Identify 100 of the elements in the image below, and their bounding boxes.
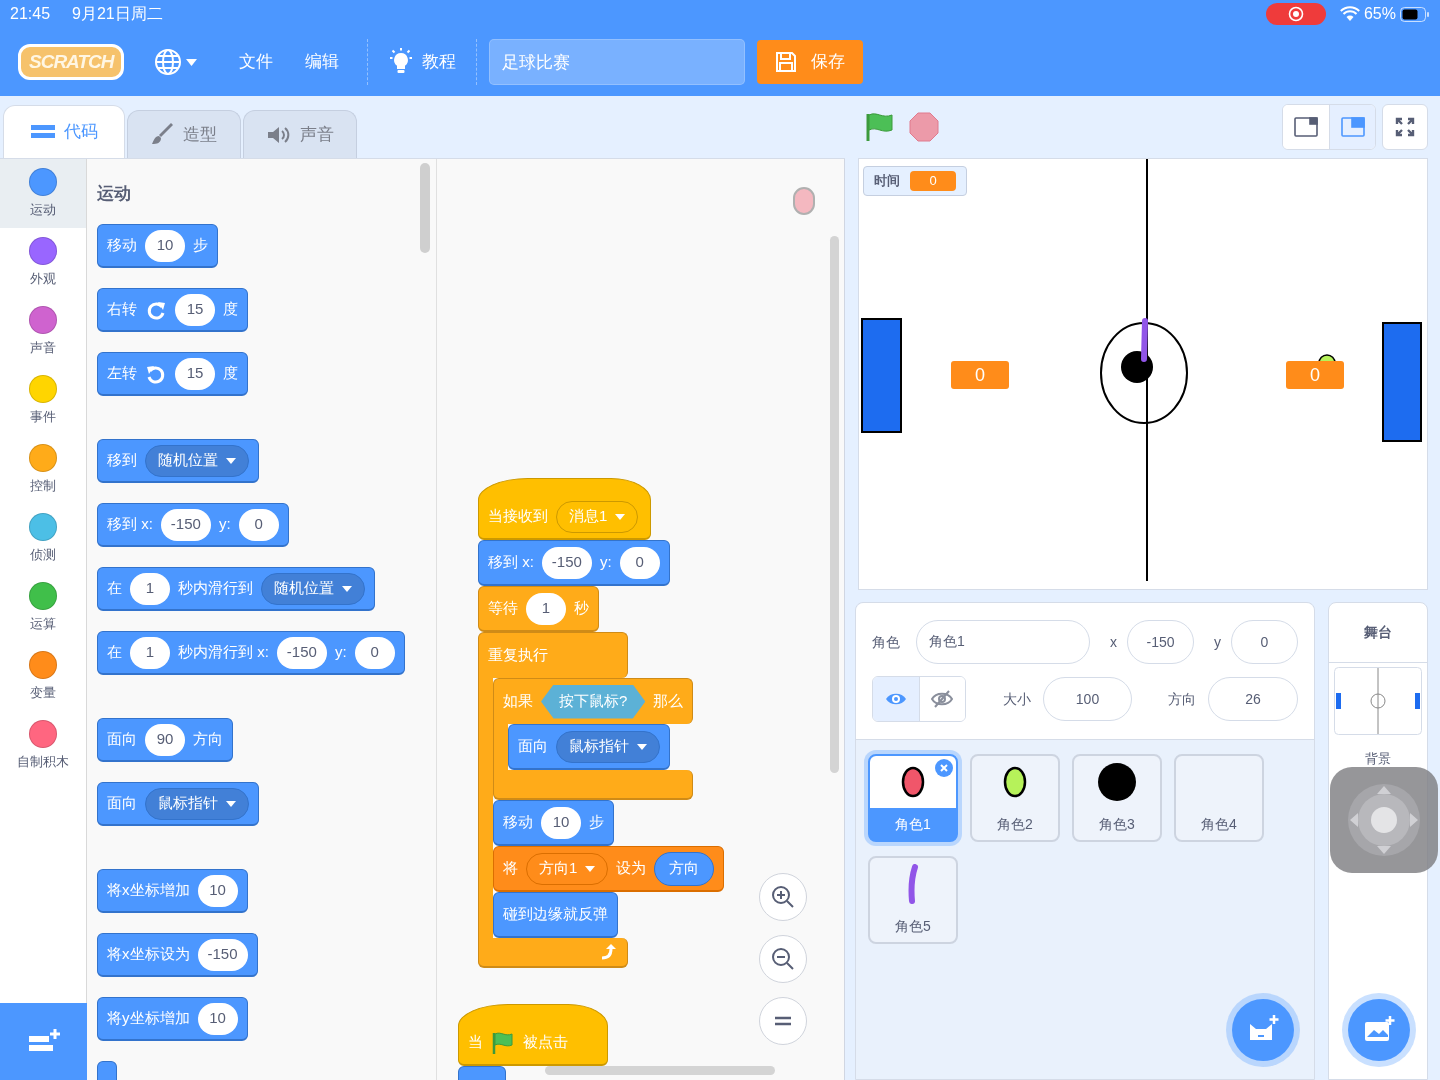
fullscreen-button[interactable] <box>1382 104 1428 150</box>
x-field[interactable]: -150 <box>1127 620 1194 664</box>
motion-block[interactable]: 移到 x: -150 y: 0 <box>478 540 670 586</box>
number-input[interactable]: 10 <box>197 874 238 907</box>
motion-block[interactable]: 移动 10 步 <box>97 224 218 268</box>
motion-block[interactable]: 在 1 秒内滑行到 x: -150 y: 0 <box>97 631 405 675</box>
sprite-name-field[interactable]: 角色1 <box>916 620 1090 664</box>
monitor-value: 0 <box>910 171 956 191</box>
add-extension-button[interactable] <box>0 1003 87 1080</box>
number-input[interactable]: -150 <box>197 938 248 971</box>
battery-percent: 65% <box>1363 4 1396 24</box>
block-label: y: <box>599 552 612 573</box>
block-label: 秒内滑行到 x: <box>178 642 269 663</box>
motion-block[interactable]: 面向 90 方向 <box>97 718 233 762</box>
vertical-scrollbar[interactable] <box>830 236 839 773</box>
hide-sprite-button[interactable] <box>919 677 965 721</box>
zoom-in-button[interactable] <box>759 873 807 921</box>
touch-indicator <box>793 187 815 215</box>
zoom-out-button[interactable] <box>759 935 807 983</box>
number-input[interactable]: 10 <box>197 1002 238 1035</box>
block-label: 设为 <box>616 858 647 879</box>
direction-field[interactable]: 26 <box>1208 677 1298 721</box>
y-field[interactable]: 0 <box>1231 620 1298 664</box>
control-block[interactable]: 等待 1 秒 <box>478 586 599 632</box>
block-label: 被点击 <box>523 1032 568 1053</box>
block-label: 碰到边缘就反弹 <box>503 904 608 925</box>
sprite-tile[interactable]: 角色2 <box>970 754 1060 842</box>
field-label: 角色 <box>872 632 901 652</box>
eye-slash-icon <box>931 689 954 709</box>
reset-zoom-button[interactable] <box>759 997 807 1045</box>
number-input[interactable]: 0 <box>619 546 660 579</box>
motion-block[interactable]: 将x坐标增加 10 <box>97 869 248 913</box>
add-sprite-button[interactable] <box>1232 999 1294 1061</box>
number-input[interactable]: -150 <box>160 508 211 541</box>
size-field[interactable]: 100 <box>1043 677 1132 721</box>
number-input[interactable]: 10 <box>145 229 185 262</box>
sprite-tile[interactable]: 角色5 <box>868 856 958 944</box>
sprite-name: 角色2 <box>996 814 1034 834</box>
motion-block[interactable]: 将y坐标增加 10 <box>97 997 248 1041</box>
status-date: 9月21日周二 <box>72 4 163 24</box>
sprite-tile[interactable]: 角色4 <box>1174 754 1264 842</box>
stage-thumbnail[interactable] <box>1334 667 1422 735</box>
language-menu[interactable] <box>154 48 198 76</box>
motion-block[interactable]: 将x坐标设为 -150 <box>97 933 258 977</box>
oval-thumbnail <box>1003 766 1027 798</box>
number-input[interactable]: 1 <box>526 592 566 625</box>
add-backdrop-button[interactable] <box>1348 999 1410 1061</box>
block-label: 步 <box>193 235 208 256</box>
motion-block[interactable]: 在 1 秒内滑行到 随机位置 <box>97 567 375 611</box>
number-input[interactable]: -150 <box>541 546 592 579</box>
globe-icon <box>154 48 183 76</box>
clock-time: 21:45 <box>10 4 51 24</box>
block-label: 移到 <box>107 450 137 471</box>
number-input[interactable]: 0 <box>354 636 395 669</box>
motion-block[interactable]: 左转 15 度 <box>97 352 248 396</box>
number-input[interactable]: 90 <box>145 723 185 756</box>
dropdown-menu[interactable]: 随机位置 <box>261 572 365 605</box>
block-label: 在 <box>107 642 122 663</box>
block-label: 面向 <box>107 729 137 750</box>
block-label: 左转 <box>107 363 137 384</box>
number-input[interactable]: 10 <box>541 806 581 839</box>
category-item[interactable]: 运动 <box>0 159 86 228</box>
block-label: 度 <box>223 363 238 384</box>
caret-icon <box>226 457 236 464</box>
number-input[interactable]: 1 <box>130 636 170 669</box>
caret-icon <box>226 800 236 807</box>
lightbulb-icon <box>388 48 415 76</box>
fullscreen-icon <box>1395 117 1415 137</box>
stop-button[interactable] <box>909 112 939 142</box>
block-label: 将x坐标设为 <box>107 944 190 965</box>
motion-block[interactable]: 右转 15 度 <box>97 288 248 332</box>
number-input[interactable]: 0 <box>238 508 279 541</box>
block-label: 当接收到 <box>488 506 548 527</box>
normal-stage-icon <box>1340 117 1365 137</box>
field-label: 方向 <box>1168 689 1196 709</box>
assistive-touch-button[interactable] <box>1330 767 1438 873</box>
paintbrush-icon <box>151 122 175 147</box>
motion-block[interactable]: 移到 随机位置 <box>97 439 259 483</box>
block-label: 移到 x: <box>488 552 534 573</box>
motion-block[interactable]: 移动 10 步 <box>493 800 614 846</box>
dropdown-menu[interactable]: 鼠标指针 <box>145 787 249 820</box>
motion-block[interactable]: 面向 鼠标指针 <box>508 724 670 770</box>
motion-block[interactable]: 移到 x: -150 y: 0 <box>97 503 289 547</box>
block-label: 重复执行 <box>488 645 548 666</box>
flag-icon <box>865 112 895 142</box>
show-sprite-button[interactable] <box>873 677 919 721</box>
motion-block[interactable]: 面向 鼠标指针 <box>97 782 259 826</box>
number-input[interactable]: -150 <box>276 636 327 669</box>
scrollbar[interactable] <box>420 163 430 253</box>
number-input[interactable]: 15 <box>175 293 215 326</box>
dropdown-menu[interactable]: 鼠标指针 <box>556 730 660 763</box>
number-input[interactable]: 1 <box>130 572 170 605</box>
horizontal-scrollbar[interactable] <box>545 1066 775 1075</box>
number-input[interactable]: 15 <box>175 357 215 390</box>
dropdown-menu[interactable]: 随机位置 <box>145 444 249 477</box>
flag-icon <box>491 1030 515 1055</box>
block-label: 秒 <box>574 598 589 619</box>
run-flag-button[interactable] <box>865 112 895 142</box>
sprite-tile[interactable]: 角色3 <box>1072 754 1162 842</box>
block-label: 度 <box>223 299 238 320</box>
